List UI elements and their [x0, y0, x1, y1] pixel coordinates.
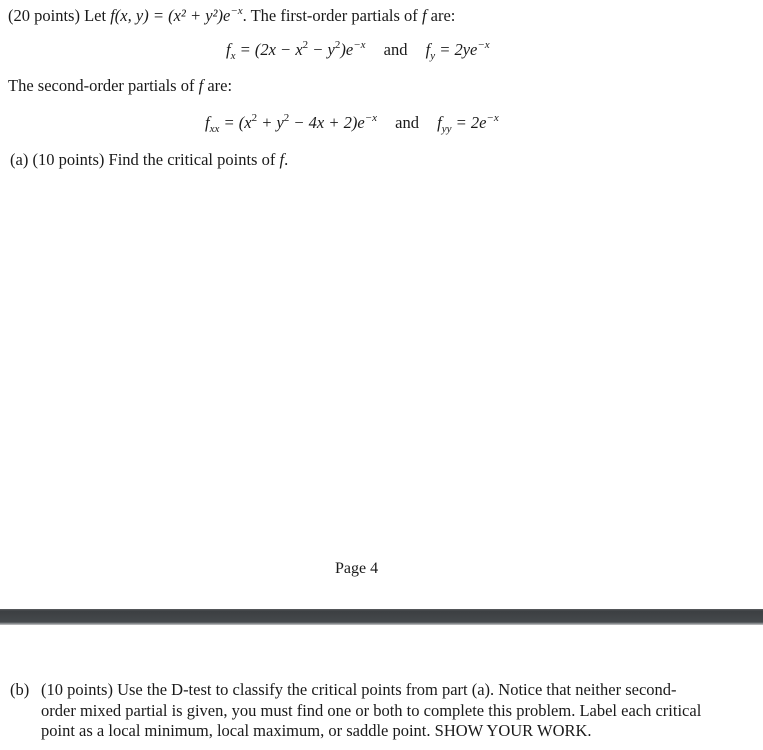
intro-end: are:	[430, 6, 456, 25]
second-intro-end: are:	[207, 76, 233, 95]
first-order-equation: fx = (2x − x2 − y2)e−x and fy = 2ye−x	[226, 39, 490, 62]
fxx-sq1: 2	[251, 112, 258, 124]
part-a-label: (a)	[10, 150, 29, 169]
fx-rhs-c: )e	[340, 40, 354, 59]
fxx-rhs-a: = (x	[219, 113, 252, 132]
fyy-lhs: f	[437, 113, 442, 132]
second-order-equation: fxx = (x2 + y2 − 4x + 2)e−x and fyy = 2e…	[205, 112, 499, 135]
intro-lead: Let	[84, 6, 107, 25]
page-number: Page 4	[335, 560, 379, 577]
function-definition: f(x, y) = (x² + y²)e	[110, 6, 231, 25]
intro-f: f	[421, 6, 427, 25]
fx-rhs-a: = (2x − x	[235, 40, 303, 59]
fx-sq2: 2	[334, 39, 341, 51]
part-b-line: point as a local minimum, local maximum,…	[41, 721, 592, 740]
fx-exp: −x	[353, 39, 366, 51]
fxx-sq2: 2	[283, 112, 290, 124]
part-b-label: (b)	[10, 680, 30, 699]
fx-sub: x	[230, 50, 236, 62]
fy-rhs: = 2ye	[435, 40, 478, 59]
fy-exp: −x	[477, 39, 490, 51]
fxx-rhs-c: − 4x + 2)e	[289, 113, 365, 132]
fxx-sub: xx	[209, 123, 220, 135]
second-intro-text: The second-order partials of	[8, 76, 195, 95]
fyy-sub: yy	[441, 123, 452, 135]
problem-points: (20 points)	[8, 6, 80, 25]
second-order-intro: The second-order partials of f are:	[8, 76, 232, 96]
part-b-text: (10 points) Use the D-test to classify t…	[41, 680, 761, 742]
function-exponent: −x	[230, 5, 243, 17]
page-separator	[0, 609, 763, 625]
part-a-text: (10 points) Find the critical points of	[32, 150, 276, 169]
part-a: (a) (10 points) Find the critical points…	[10, 150, 288, 170]
fy-sub: y	[430, 50, 436, 62]
part-b-line: (10 points) Use the D-test to classify t…	[41, 680, 677, 699]
intro-tail: . The first-order partials of	[242, 6, 418, 25]
fx-lhs: f	[226, 40, 231, 59]
fxx-exp: −x	[364, 112, 378, 124]
fxx-rhs-b: + y	[257, 113, 284, 132]
fxx-lhs: f	[205, 113, 210, 132]
second-intro-f: f	[198, 76, 204, 95]
fyy-rhs: = 2e	[451, 113, 487, 132]
fx-sq1: 2	[302, 39, 309, 51]
fx-rhs-b: − y	[308, 40, 335, 59]
problem-intro: (20 points) Let f(x, y) = (x² + y²)e−x. …	[8, 6, 455, 26]
second-order-and: and	[395, 113, 419, 132]
part-b-line: order mixed partial is given, you must f…	[41, 700, 702, 720]
fyy-exp: −x	[486, 112, 499, 124]
first-order-and: and	[383, 40, 408, 59]
part-a-end: .	[284, 150, 289, 169]
